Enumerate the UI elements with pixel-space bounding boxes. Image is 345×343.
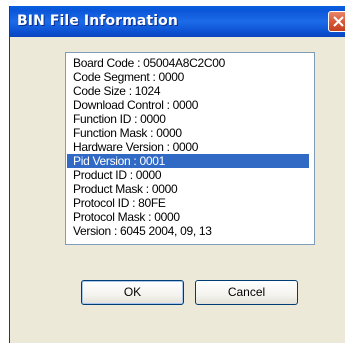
list-item[interactable]: Protocol ID : 80FE	[71, 196, 311, 210]
list-item[interactable]: Protocol Mask : 0000	[71, 210, 311, 224]
info-list-items: Board Code : 05004A8C2C00 Code Segment : …	[67, 56, 311, 238]
list-item[interactable]: Code Segment : 0000	[71, 70, 311, 84]
list-item-selected[interactable]: Pid Version : 0001	[67, 154, 309, 168]
list-item[interactable]: Board Code : 05004A8C2C00	[71, 56, 311, 70]
window-title: BIN File Information	[17, 13, 178, 29]
ok-button[interactable]: OK	[81, 280, 184, 305]
list-item[interactable]: Code Size : 1024	[71, 84, 311, 98]
list-item[interactable]: Function Mask : 0000	[71, 126, 311, 140]
cancel-button[interactable]: Cancel	[195, 280, 298, 305]
list-item[interactable]: Function ID : 0000	[71, 112, 311, 126]
list-item[interactable]: Version : 6045 2004, 09, 13	[71, 224, 311, 238]
close-icon	[333, 16, 344, 27]
close-button[interactable]	[328, 11, 345, 32]
bin-file-info-dialog: BIN File Information Board Code : 05004A…	[9, 6, 345, 343]
title-bar[interactable]: BIN File Information	[10, 6, 345, 37]
dialog-bottom-edge	[10, 329, 345, 343]
list-item[interactable]: Hardware Version : 0000	[71, 140, 311, 154]
list-item[interactable]: Product Mask : 0000	[71, 182, 311, 196]
info-listbox[interactable]: Board Code : 05004A8C2C00 Code Segment : …	[65, 52, 315, 245]
list-item[interactable]: Download Control : 0000	[71, 98, 311, 112]
list-item[interactable]: Product ID : 0000	[71, 168, 311, 182]
